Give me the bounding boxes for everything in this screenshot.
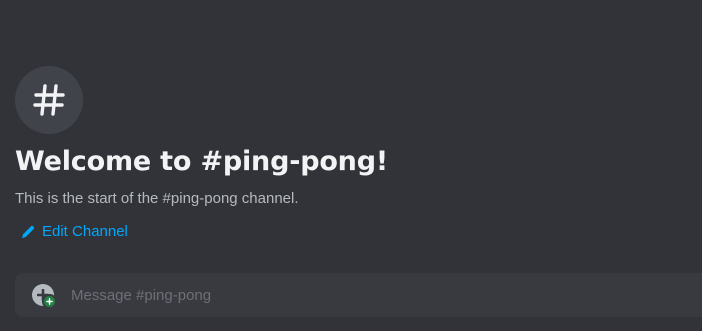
pencil-icon: [21, 225, 35, 239]
gift-badge-icon: [42, 294, 57, 309]
chat-area: Welcome to #ping-pong! This is the start…: [0, 0, 702, 331]
channel-icon-circle: [15, 66, 83, 134]
message-input[interactable]: [71, 273, 702, 317]
edit-channel-button[interactable]: Edit Channel: [21, 222, 128, 242]
welcome-description: This is the start of the #ping-pong chan…: [15, 190, 299, 207]
welcome-title: Welcome to #ping-pong!: [15, 146, 388, 177]
edit-channel-label: Edit Channel: [42, 223, 128, 240]
hashtag-icon: [33, 84, 65, 116]
attach-button[interactable]: [32, 284, 57, 309]
message-composer: [15, 273, 702, 317]
